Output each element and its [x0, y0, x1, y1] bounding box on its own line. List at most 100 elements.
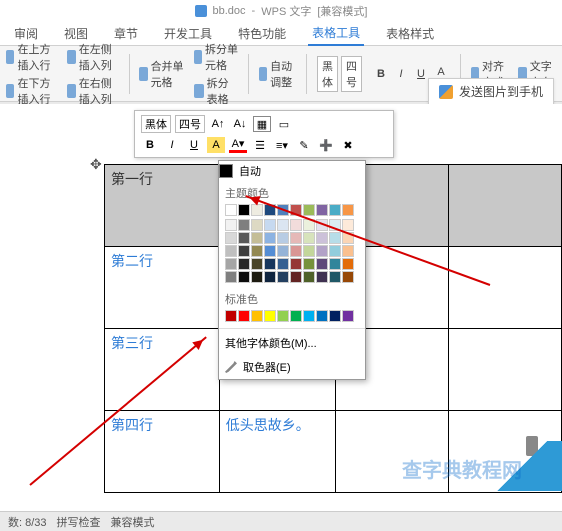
color-swatch[interactable] — [277, 258, 289, 270]
color-swatch[interactable] — [277, 271, 289, 283]
color-swatch[interactable] — [303, 271, 315, 283]
color-swatch[interactable] — [342, 219, 354, 231]
mini-format-painter-button[interactable]: ✎ — [295, 137, 313, 153]
color-swatch[interactable] — [316, 219, 328, 231]
ribbon-size-select[interactable]: 四号 — [341, 56, 362, 92]
color-swatch[interactable] — [251, 258, 263, 270]
color-swatch[interactable] — [316, 245, 328, 257]
color-swatch[interactable] — [303, 219, 315, 231]
color-swatch[interactable] — [251, 271, 263, 283]
color-swatch[interactable] — [290, 232, 302, 244]
mini-bold-button[interactable]: B — [141, 137, 159, 153]
insert-col-left-button[interactable]: 在左侧插入列 — [67, 41, 118, 73]
tab-special[interactable]: 特色功能 — [234, 22, 290, 45]
mini-table-button[interactable]: ▦ — [253, 116, 271, 132]
italic-button[interactable]: I — [392, 65, 410, 83]
color-swatch[interactable] — [290, 271, 302, 283]
color-swatch[interactable] — [277, 219, 289, 231]
color-swatch[interactable] — [290, 245, 302, 257]
mini-size-select[interactable]: 四号 — [175, 115, 205, 133]
grow-font-button[interactable]: A↑ — [209, 116, 227, 132]
color-swatch[interactable] — [225, 219, 237, 231]
color-swatch[interactable] — [225, 245, 237, 257]
color-swatch[interactable] — [238, 204, 250, 216]
color-swatch[interactable] — [251, 310, 263, 322]
mini-highlight-button[interactable]: A — [207, 137, 225, 153]
color-swatch[interactable] — [329, 232, 341, 244]
mini-border-button[interactable]: ▭ — [275, 116, 293, 132]
color-swatch[interactable] — [316, 271, 328, 283]
color-swatch[interactable] — [251, 232, 263, 244]
color-swatch[interactable] — [238, 245, 250, 257]
more-colors-item[interactable]: 其他字体颜色(M)... — [219, 331, 365, 355]
color-swatch[interactable] — [342, 271, 354, 283]
color-swatch[interactable] — [251, 204, 263, 216]
color-swatch[interactable] — [316, 204, 328, 216]
color-swatch[interactable] — [342, 232, 354, 244]
color-swatch[interactable] — [303, 310, 315, 322]
table-cell[interactable]: 第二行 — [105, 247, 220, 329]
shrink-font-button[interactable]: A↓ — [231, 116, 249, 132]
color-swatch[interactable] — [225, 232, 237, 244]
table-cell[interactable] — [449, 247, 562, 329]
color-swatch[interactable] — [251, 219, 263, 231]
color-swatch[interactable] — [316, 310, 328, 322]
auto-color-item[interactable]: 自动 — [219, 161, 365, 181]
color-swatch[interactable] — [329, 204, 341, 216]
tab-table-tools[interactable]: 表格工具 — [308, 21, 364, 46]
color-swatch[interactable] — [329, 258, 341, 270]
table-cell[interactable]: 低头思故乡。 — [219, 411, 336, 493]
color-swatch[interactable] — [316, 258, 328, 270]
table-cell[interactable]: 第四行 — [105, 411, 220, 493]
mini-italic-button[interactable]: I — [163, 137, 181, 153]
insert-col-right-button[interactable]: 在右侧插入列 — [67, 75, 118, 107]
table-cell[interactable] — [449, 165, 562, 247]
document-area[interactable]: ✥ 第一行 第二行 第三行 举头望明月 第四行 低头思故乡。 — [0, 104, 562, 511]
color-swatch[interactable] — [277, 204, 289, 216]
split-cell-button[interactable]: 拆分单元格 — [194, 41, 238, 73]
color-swatch[interactable] — [225, 204, 237, 216]
mini-underline-button[interactable]: U — [185, 137, 203, 153]
color-swatch[interactable] — [316, 232, 328, 244]
table-cell[interactable] — [449, 329, 562, 411]
color-swatch[interactable] — [329, 310, 341, 322]
color-swatch[interactable] — [264, 204, 276, 216]
color-swatch[interactable] — [290, 204, 302, 216]
autofit-button[interactable]: 自动调整 — [259, 58, 297, 90]
send-to-phone-button[interactable]: 发送图片到手机 — [428, 78, 554, 105]
color-swatch[interactable] — [342, 310, 354, 322]
color-swatch[interactable] — [225, 258, 237, 270]
table-move-handle[interactable]: ✥ — [90, 156, 102, 173]
mini-delete-button[interactable]: ✖ — [339, 137, 357, 153]
table-cell[interactable]: 第一行 — [105, 165, 220, 247]
color-swatch[interactable] — [251, 245, 263, 257]
color-swatch[interactable] — [238, 258, 250, 270]
table-cell[interactable]: 第三行 — [105, 329, 220, 411]
color-swatch[interactable] — [303, 232, 315, 244]
mini-font-select[interactable]: 黑体 — [141, 115, 171, 133]
color-swatch[interactable] — [290, 310, 302, 322]
tab-table-style[interactable]: 表格样式 — [382, 22, 438, 45]
eyedropper-item[interactable]: 取色器(E) — [219, 355, 365, 379]
table-cell[interactable] — [336, 411, 449, 493]
merge-cells-button[interactable]: 合并单元格 — [139, 58, 183, 90]
color-swatch[interactable] — [277, 232, 289, 244]
bold-button[interactable]: B — [372, 65, 390, 83]
ribbon-font-select[interactable]: 黑体 — [317, 56, 338, 92]
color-swatch[interactable] — [303, 245, 315, 257]
mini-bullets-button[interactable]: ☰ — [251, 137, 269, 153]
color-swatch[interactable] — [290, 258, 302, 270]
color-swatch[interactable] — [264, 245, 276, 257]
color-swatch[interactable] — [225, 271, 237, 283]
color-swatch[interactable] — [342, 245, 354, 257]
color-swatch[interactable] — [238, 310, 250, 322]
insert-row-below-button[interactable]: 在下方插入行 — [6, 75, 57, 107]
color-swatch[interactable] — [277, 310, 289, 322]
color-swatch[interactable] — [264, 219, 276, 231]
color-swatch[interactable] — [303, 204, 315, 216]
mini-insert-button[interactable]: ➕ — [317, 137, 335, 153]
color-swatch[interactable] — [342, 204, 354, 216]
color-swatch[interactable] — [238, 232, 250, 244]
color-swatch[interactable] — [238, 271, 250, 283]
mini-font-color-button[interactable]: A▾ — [229, 137, 247, 153]
